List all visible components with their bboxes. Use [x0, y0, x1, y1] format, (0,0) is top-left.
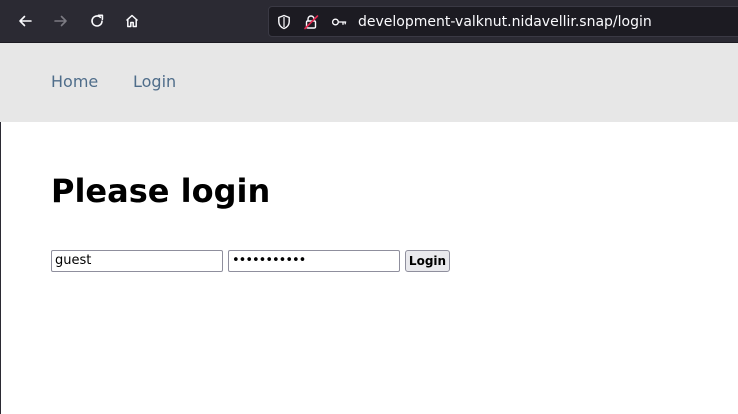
lock-icon[interactable]	[303, 14, 319, 30]
arrow-left-icon[interactable]	[12, 8, 38, 34]
shield-icon[interactable]	[276, 14, 292, 30]
site-nav: Home Login	[0, 43, 738, 122]
password-input[interactable]: •••••••••••	[228, 250, 400, 272]
username-input[interactable]: guest	[51, 250, 223, 272]
reload-icon[interactable]	[84, 8, 110, 34]
address-bar[interactable]: development-valknut.nidavellir.snap/logi…	[268, 6, 738, 37]
browser-toolbar: development-valknut.nidavellir.snap/logi…	[0, 0, 738, 43]
nav-link-home[interactable]: Home	[51, 73, 98, 91]
url-text[interactable]: development-valknut.nidavellir.snap/logi…	[358, 14, 652, 30]
nav-link-login[interactable]: Login	[133, 73, 176, 91]
arrow-right-icon[interactable]	[48, 8, 74, 34]
page-edge-divider	[0, 122, 1, 414]
page-title: Please login	[51, 172, 271, 210]
home-icon[interactable]	[119, 8, 145, 34]
key-icon[interactable]	[331, 14, 347, 30]
login-button[interactable]: Login	[405, 250, 450, 272]
